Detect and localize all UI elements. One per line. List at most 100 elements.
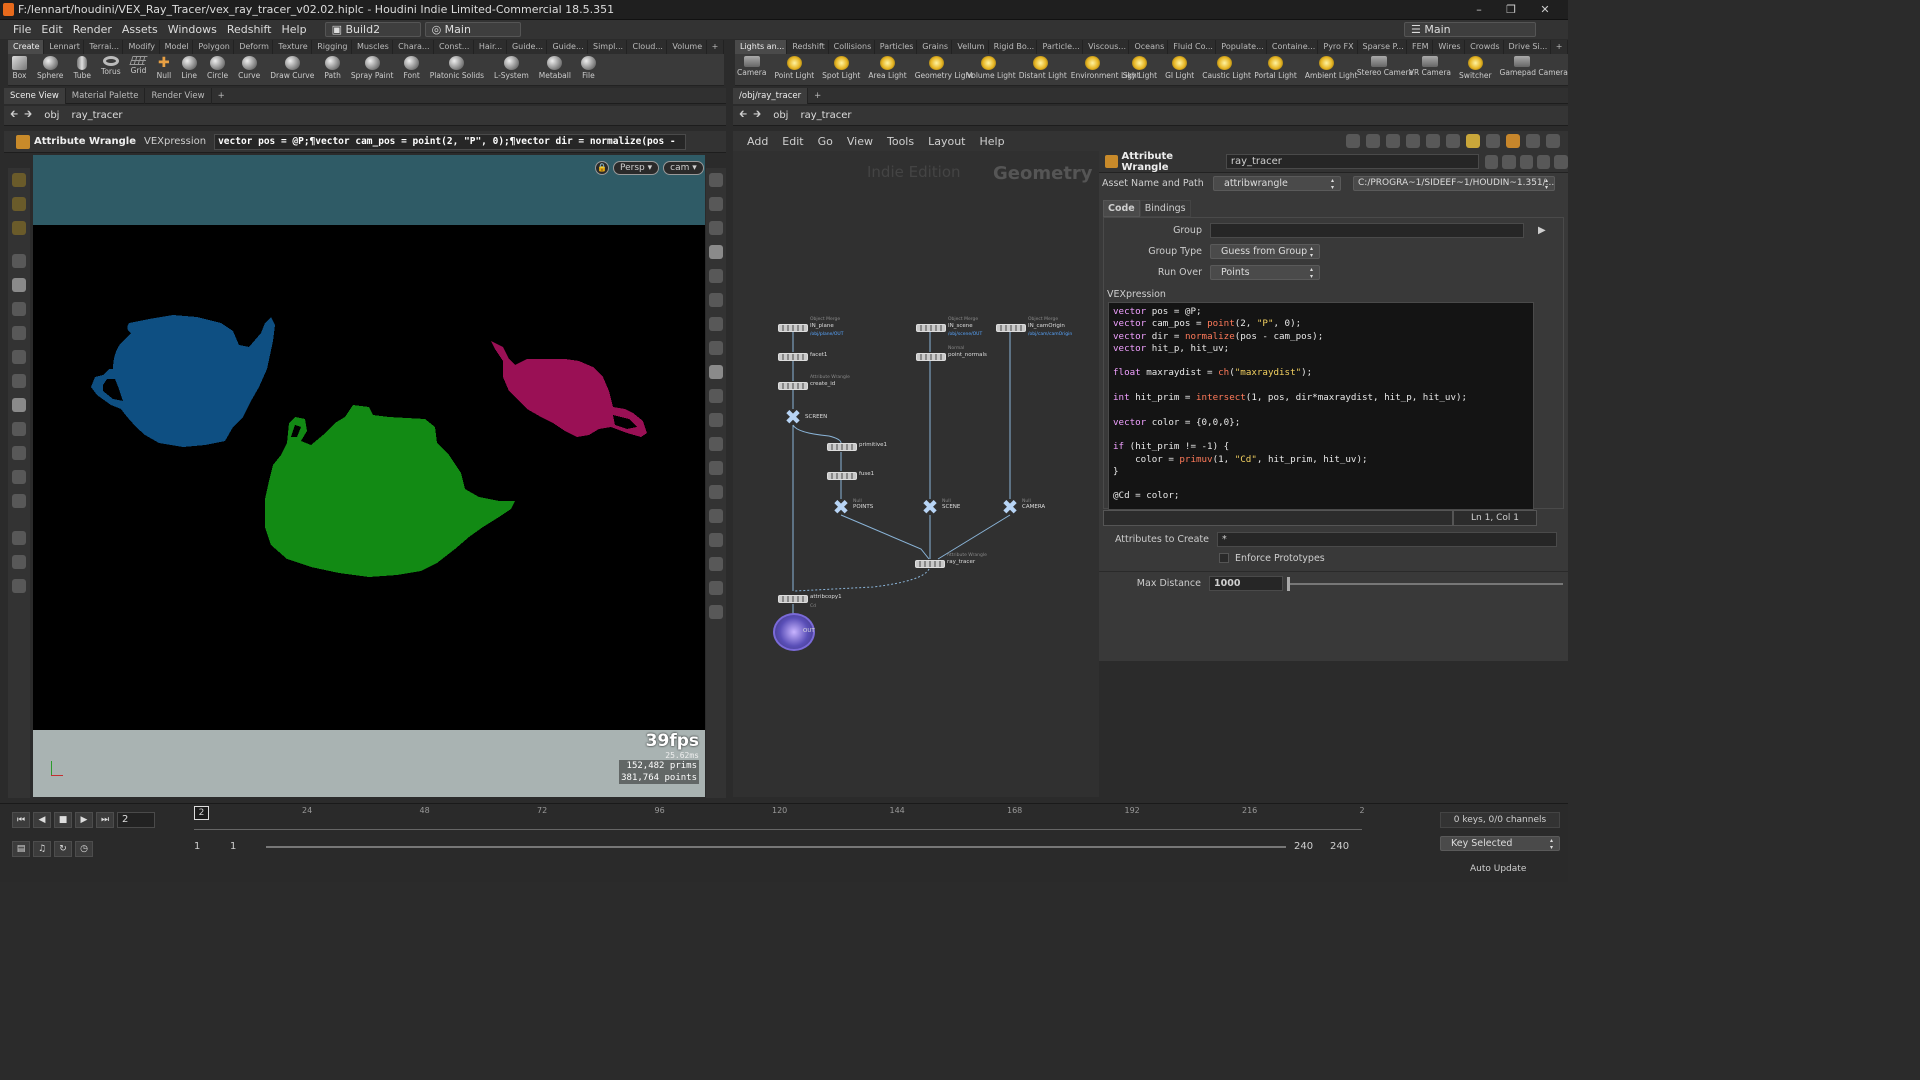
vex-code-editor[interactable]: vector pos = @P; vector cam_pos = point(2… <box>1108 302 1534 510</box>
right_shelf-tab-6[interactable]: Rigid Bo... <box>989 40 1038 54</box>
left_shelf-tool-7[interactable]: Circle <box>207 54 228 86</box>
xray-icon[interactable] <box>709 245 723 259</box>
note-icon[interactable] <box>1466 134 1480 148</box>
point-display-icon[interactable] <box>709 341 723 355</box>
run-over-select[interactable]: Points <box>1210 265 1320 280</box>
group-type-select[interactable]: Guess from Group <box>1210 244 1320 259</box>
left_shelf-tab-10[interactable]: Chara... <box>393 40 434 54</box>
snippet-input[interactable]: vector pos = @P;¶vector cam_pos = point(… <box>214 133 687 150</box>
maxdist-slider[interactable] <box>1287 576 1563 591</box>
minimize-icon[interactable]: – <box>1464 2 1494 18</box>
node-attribcopy1[interactable]: attribcopy1 Cd <box>778 594 842 609</box>
net-menu-tools[interactable]: Tools <box>887 135 914 148</box>
backface-icon[interactable] <box>709 485 723 499</box>
right_shelf-tab-12[interactable]: Containe... <box>1267 40 1319 54</box>
net-menu-go[interactable]: Go <box>818 135 833 148</box>
tab-material-palette[interactable]: Material Palette <box>66 87 146 104</box>
right_shelf-tool-5[interactable]: Volume Light <box>967 54 1016 86</box>
back-arrow-icon-right[interactable]: 🡰 <box>739 107 747 124</box>
menu-edit[interactable]: Edit <box>41 23 62 36</box>
left_shelf-tab-9[interactable]: Muscles <box>352 40 394 54</box>
node-create_id[interactable]: create_id Attribute Wrangle <box>778 375 850 390</box>
right_shelf-tab-9[interactable]: Oceans <box>1129 40 1169 54</box>
left_shelf-tab-3[interactable]: Modify <box>123 40 160 54</box>
handle-icon[interactable] <box>12 398 26 412</box>
net-menu-add[interactable]: Add <box>747 135 768 148</box>
tab-network[interactable]: /obj/ray_tracer <box>733 87 809 104</box>
net-menu-help[interactable]: Help <box>980 135 1005 148</box>
scene-icon[interactable] <box>709 509 723 523</box>
right_shelf-tab-8[interactable]: Viscous... <box>1083 40 1130 54</box>
table-icon[interactable] <box>1426 134 1440 148</box>
asset-path-select[interactable]: C:/PROGRA~1/SIDEEF~1/HOUDIN~1.351/... <box>1353 176 1555 191</box>
info-param-icon[interactable] <box>1537 154 1551 169</box>
left_shelf-tab-5[interactable]: Polygon <box>193 40 235 54</box>
clock-icon[interactable]: ◷ <box>75 841 93 857</box>
right_shelf-tool-3[interactable]: Area Light <box>868 54 907 86</box>
left_shelf-tab-7[interactable]: Texture <box>273 40 313 54</box>
scale-icon[interactable] <box>12 374 26 388</box>
range-end-2[interactable]: 240 <box>1330 841 1366 852</box>
right_shelf-tab-1[interactable]: Redshift <box>787 40 829 54</box>
right_shelf-tab-4[interactable]: Grains <box>917 40 953 54</box>
select-tool-icon[interactable] <box>12 173 26 187</box>
right_shelf-tab-7[interactable]: Particle... <box>1037 40 1084 54</box>
palette-icon[interactable] <box>1446 134 1460 148</box>
maxdist-slider-handle[interactable] <box>1287 576 1290 591</box>
left_shelf-add-tab-icon[interactable]: + <box>707 40 724 54</box>
left_shelf-tool-13[interactable]: Platonic Solids <box>430 54 484 86</box>
left_shelf-tool-12[interactable]: Font <box>403 54 420 86</box>
group-arrow-icon[interactable]: ▶ <box>1538 225 1546 236</box>
net-menu-layout[interactable]: Layout <box>928 135 965 148</box>
left_shelf-tool-0[interactable]: Box <box>12 54 27 86</box>
right_shelf-tab-11[interactable]: Populate... <box>1216 40 1267 54</box>
ghost-icon[interactable] <box>709 221 723 235</box>
search-param-icon[interactable] <box>1519 154 1533 169</box>
h-icon[interactable] <box>1502 154 1516 169</box>
node-IN_scene[interactable]: IN_scene Object Merge/obj/scene/OUT <box>916 317 982 337</box>
range-start[interactable]: 1 <box>194 841 230 852</box>
node-ray_tracer[interactable]: ray_tracer Attribute Wrangle <box>915 553 987 568</box>
numbers-icon[interactable] <box>709 437 723 451</box>
image-icon[interactable] <box>1486 134 1500 148</box>
node-OUT[interactable]: OUT <box>773 613 815 651</box>
left_shelf-tool-14[interactable]: L-System <box>494 54 529 86</box>
right_shelf-tool-13[interactable]: Stereo Camera <box>1357 54 1413 86</box>
close-icon[interactable]: ✕ <box>1530 2 1560 18</box>
maximize-icon[interactable]: ❐ <box>1496 2 1526 18</box>
right_shelf-tool-4[interactable]: Geometry Light <box>915 54 973 86</box>
search-icon[interactable] <box>1526 134 1540 148</box>
left_shelf-tool-3[interactable]: Torus <box>101 54 121 86</box>
group-input[interactable] <box>1210 223 1524 238</box>
display-options-icon[interactable] <box>709 173 723 187</box>
headlight-icon[interactable] <box>709 317 723 331</box>
tab-code[interactable]: Code <box>1103 200 1140 217</box>
right_shelf-tab-2[interactable]: Collisions <box>829 40 875 54</box>
add-tab-icon[interactable]: + <box>212 88 231 104</box>
template-icon[interactable] <box>709 413 723 427</box>
menu-redshift[interactable]: Redshift <box>227 23 272 36</box>
right_shelf-add-tab-icon[interactable]: + <box>1551 40 1568 54</box>
left_shelf-tab-14[interactable]: Guide... <box>547 40 588 54</box>
gear-icon[interactable] <box>1484 154 1499 169</box>
node-facet1[interactable]: facet1 <box>778 352 827 361</box>
snapshot-icon[interactable] <box>709 557 723 571</box>
loop-icon[interactable]: ↻ <box>54 841 72 857</box>
right_shelf-tab-14[interactable]: Sparse P... <box>1358 40 1407 54</box>
realtime-icon[interactable]: ▤ <box>12 841 30 857</box>
path-ray-tracer-right[interactable]: ray_tracer <box>794 110 857 121</box>
node-IN_plane[interactable]: IN_plane Object Merge/obj/plane/OUT <box>778 317 843 337</box>
right_shelf-tab-13[interactable]: Pyro FX <box>1318 40 1358 54</box>
brush-tool-icon[interactable] <box>12 197 26 211</box>
lock-icon[interactable] <box>12 278 26 292</box>
right_shelf-tool-15[interactable]: Switcher <box>1459 54 1492 86</box>
menu-help[interactable]: Help <box>281 23 306 36</box>
folder-icon[interactable] <box>1506 134 1520 148</box>
left_shelf-tool-8[interactable]: Curve <box>238 54 260 86</box>
right_shelf-tool-9[interactable]: GI Light <box>1165 54 1194 86</box>
left_shelf-tool-16[interactable]: File <box>580 54 596 86</box>
path-ray-tracer[interactable]: ray_tracer <box>65 110 128 121</box>
node-fuse1[interactable]: fuse1 <box>827 471 874 480</box>
arrow-select-icon[interactable] <box>12 254 26 268</box>
text-abc-icon[interactable] <box>709 533 723 547</box>
